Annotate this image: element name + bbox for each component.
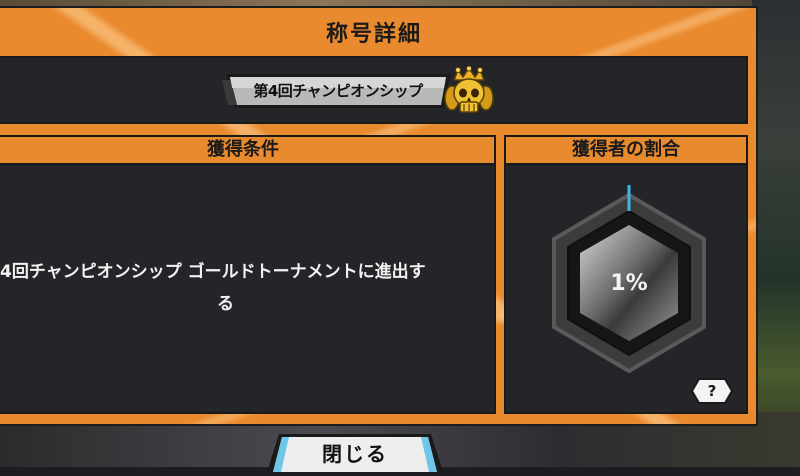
help-button-label: ?	[707, 382, 717, 400]
gold-skull-crown-icon	[444, 65, 494, 118]
condition-header: 獲得条件	[0, 135, 496, 163]
condition-text-continued: る	[217, 294, 234, 314]
title-name-text: 第4回チャンピオンシップ	[253, 82, 423, 100]
ratio-header: 獲得者の割合	[504, 135, 748, 163]
close-button[interactable]: 閉じる	[265, 432, 445, 472]
condition-text: 4回チャンピオンシップ ゴールドトーナメントに進出す	[0, 262, 426, 282]
title-nameplate: 第4回チャンピオンシップ	[222, 70, 454, 112]
background-scene-right	[752, 0, 800, 467]
dialog-title: 称号詳細	[325, 22, 422, 47]
close-button-label: 閉じる	[322, 442, 388, 466]
ratio-value: 1%	[610, 271, 648, 296]
help-button[interactable]: ?	[690, 377, 734, 405]
condition-panel	[0, 163, 496, 414]
